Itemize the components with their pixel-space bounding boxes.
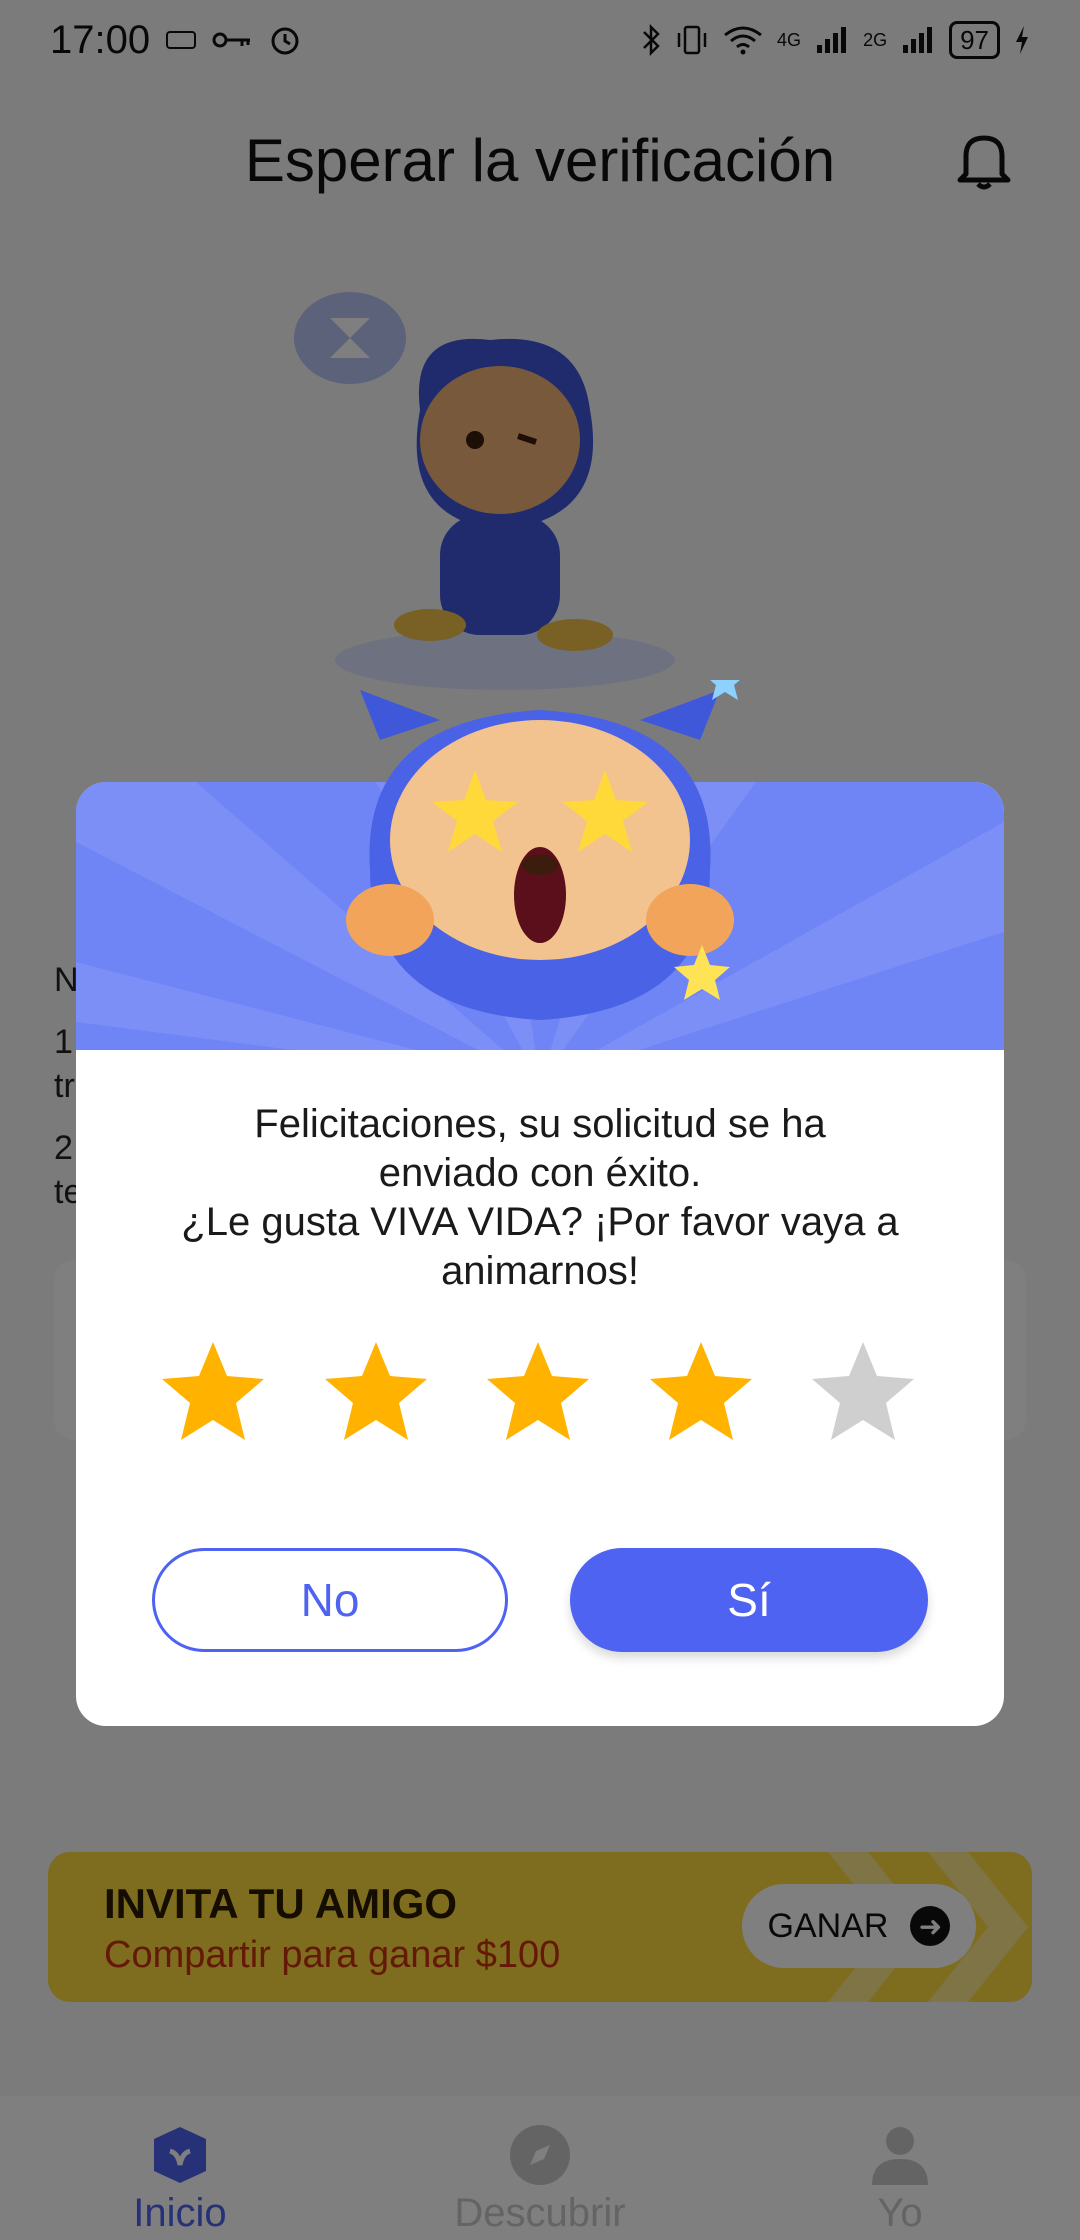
star-filled-icon[interactable] (321, 1338, 431, 1448)
star-filled-icon[interactable] (158, 1338, 268, 1448)
no-button[interactable]: No (152, 1548, 508, 1652)
mascot-happy-illustration (346, 680, 740, 1020)
star-rating (158, 1338, 918, 1448)
dialog-message-line-2: enviado con éxito. (378, 1151, 702, 1195)
dialog-message-line-1: Felicitaciones, su solicitud se ha (254, 1102, 826, 1146)
dialog-message-line-3: ¿Le gusta VIVA VIDA? ¡Por favor vaya a (181, 1200, 899, 1244)
star-empty-icon[interactable] (808, 1338, 918, 1448)
star-filled-icon[interactable] (646, 1338, 756, 1448)
dialog-message: Felicitaciones, su solicitud se ha envia… (0, 1100, 1080, 1296)
star-filled-icon[interactable] (483, 1338, 593, 1448)
yes-button[interactable]: Sí (570, 1548, 928, 1652)
dialog-message-line-4: animarnos! (441, 1249, 639, 1293)
